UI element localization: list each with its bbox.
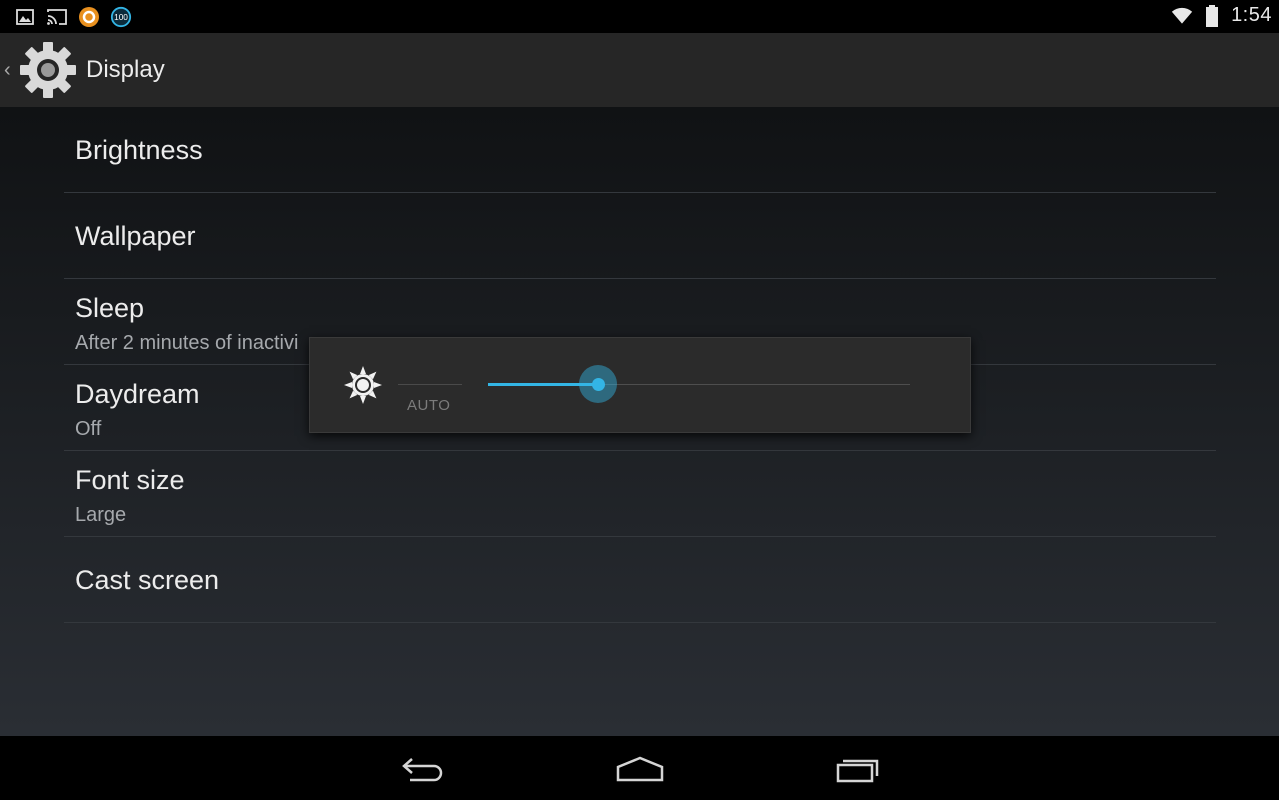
battery-icon <box>1201 4 1223 27</box>
pref-summary: Off <box>75 418 102 440</box>
orange-app-notification-icon <box>78 6 100 28</box>
pref-title: Font size <box>75 465 185 495</box>
home-icon[interactable] <box>612 752 668 786</box>
up-caret-icon[interactable]: ‹ <box>4 59 11 82</box>
battery-badge-text: 100 <box>114 13 128 22</box>
pref-title: Brightness <box>75 135 203 165</box>
back-icon[interactable] <box>396 752 452 786</box>
slider-thumb[interactable] <box>591 378 605 391</box>
pref-cast-screen[interactable]: Cast screen <box>64 537 1216 623</box>
brightness-slider[interactable] <box>488 364 910 404</box>
auto-brightness-toggle[interactable]: AUTO <box>407 397 450 411</box>
pref-brightness[interactable]: Brightness <box>64 107 1216 193</box>
pref-summary: After 2 minutes of inactivi <box>75 332 299 354</box>
pref-wallpaper[interactable]: Wallpaper <box>64 193 1216 279</box>
auto-toggle-line[interactable] <box>398 384 462 385</box>
wifi-icon <box>1171 5 1193 27</box>
status-bar: 100 1:54 <box>0 0 1279 33</box>
pref-font-size[interactable]: Font size Large <box>64 451 1216 537</box>
battery-100-badge-icon: 100 <box>110 6 132 28</box>
system-icons: 1:54 <box>1171 4 1272 27</box>
status-clock: 1:54 <box>1231 4 1272 26</box>
notification-icons: 100 <box>14 6 132 28</box>
sun-icon <box>343 365 383 405</box>
page-title: Display <box>86 56 165 83</box>
pref-summary: Large <box>75 504 127 526</box>
pref-title: Cast screen <box>75 565 220 595</box>
cast-notification-icon <box>46 6 68 28</box>
pref-title: Sleep <box>75 293 145 323</box>
brightness-dialog: AUTO <box>309 337 971 433</box>
settings-gear-icon[interactable] <box>18 40 78 100</box>
action-bar: ‹ Display <box>0 33 1279 107</box>
screen: 100 1:54 ‹ Display Brightness Wallpaper … <box>0 0 1279 800</box>
recents-icon[interactable] <box>829 752 885 786</box>
pref-title: Daydream <box>75 379 200 409</box>
image-notification-icon <box>14 6 36 28</box>
pref-title: Wallpaper <box>75 221 196 251</box>
navigation-bar <box>0 736 1279 800</box>
